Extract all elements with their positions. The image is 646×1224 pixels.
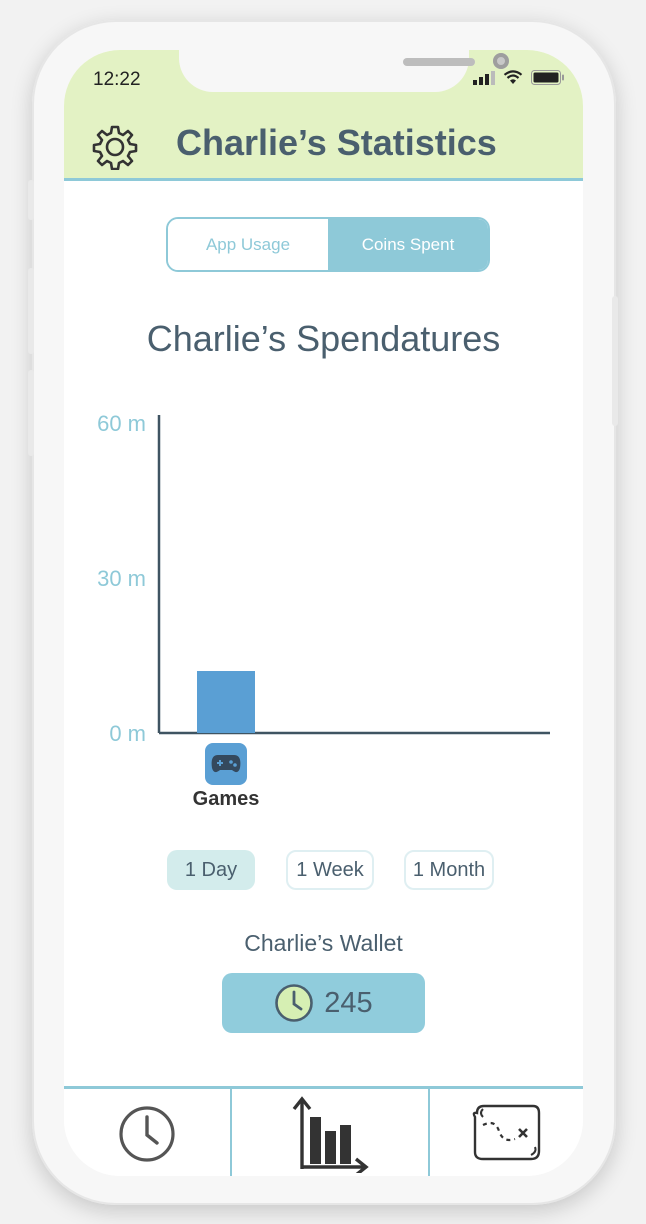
clock-icon xyxy=(119,1106,175,1162)
x-category-label: Games xyxy=(193,788,260,810)
camera xyxy=(493,53,509,69)
bar-chart: 60 m 30 m 0 m Games xyxy=(97,411,550,810)
tab-app-usage[interactable]: App Usage xyxy=(168,219,328,270)
wallet-label: Charlie’s Wallet xyxy=(244,930,403,956)
range-1-month-button[interactable]: 1 Month xyxy=(404,850,494,890)
wallet-balance: 245 xyxy=(222,973,425,1033)
signal-icon xyxy=(473,70,495,85)
page-title: Charlie’s Statistics xyxy=(176,122,497,163)
status-icons xyxy=(473,70,565,85)
status-time: 12:22 xyxy=(93,69,141,90)
side-button xyxy=(28,370,34,456)
tab-map[interactable] xyxy=(430,1089,583,1176)
speaker xyxy=(403,58,475,66)
y-tick-label: 0 m xyxy=(109,721,146,746)
wallet-value: 245 xyxy=(324,986,373,1019)
tab-statistics[interactable] xyxy=(232,1089,430,1176)
treasure-map-icon xyxy=(472,1104,541,1161)
side-button xyxy=(28,268,34,354)
side-button xyxy=(28,180,34,220)
gear-icon[interactable] xyxy=(92,124,138,170)
wifi-icon xyxy=(503,70,523,84)
tab-clock[interactable] xyxy=(64,1089,233,1176)
view-toggle: App Usage Coins Spent xyxy=(166,217,490,272)
app-screen: 12:22 Charlie’s Statistics App Usage Coi… xyxy=(64,50,583,1176)
range-1-week-button[interactable]: 1 Week xyxy=(286,850,374,890)
gamepad-shape xyxy=(211,755,241,773)
chart-title: Charlie’s Spendatures xyxy=(146,318,501,359)
bar xyxy=(197,671,255,733)
y-tick-label: 30 m xyxy=(97,566,146,591)
battery-icon xyxy=(531,70,564,85)
side-button xyxy=(612,296,618,426)
gamepad-button xyxy=(233,763,237,767)
tab-coins-spent[interactable]: Coins Spent xyxy=(328,219,488,270)
phone-notch xyxy=(179,50,509,92)
chart-icon xyxy=(292,1096,369,1173)
bottom-tab-bar xyxy=(64,1086,583,1176)
range-1-day-button[interactable]: 1 Day xyxy=(167,850,255,890)
clock-coin-icon xyxy=(275,984,314,1022)
y-tick-label: 60 m xyxy=(97,411,146,436)
gamepad-button xyxy=(229,760,233,764)
